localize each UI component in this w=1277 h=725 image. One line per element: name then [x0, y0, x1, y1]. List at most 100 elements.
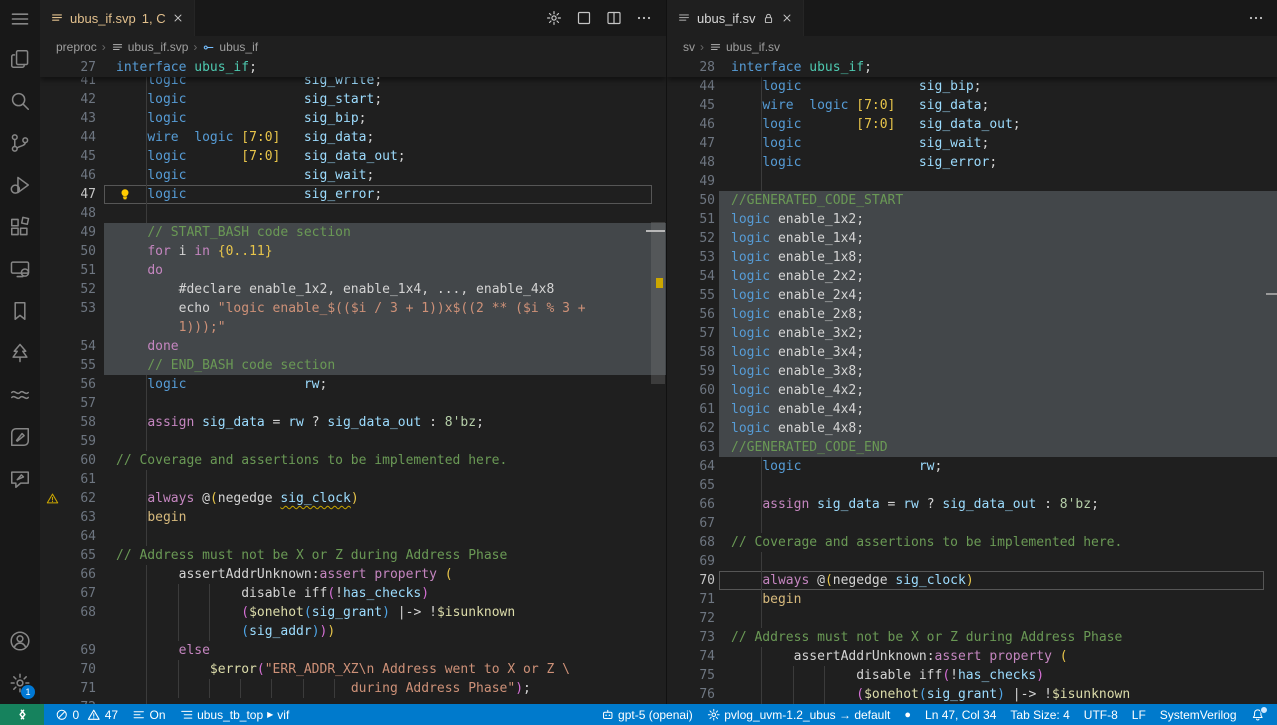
activity-explorer-icon[interactable] — [0, 38, 40, 80]
line-number[interactable]: 69 — [64, 641, 96, 660]
activity-ai-edit-icon[interactable] — [0, 416, 40, 458]
code-line-49[interactable]: 49 // START_BASH code section — [40, 223, 666, 242]
line-number[interactable]: 56 — [679, 305, 715, 324]
layout-square-icon[interactable] — [576, 10, 592, 26]
code-line-53[interactable]: 53 echo "logic enable_$(($i / 3 + 1))x$(… — [40, 299, 666, 318]
code-line-73[interactable]: 73// Address must not be X or Z during A… — [667, 628, 1277, 647]
code-line-51[interactable]: 51 do — [40, 261, 666, 280]
code-line-57[interactable]: 57logic enable_3x2; — [667, 324, 1277, 343]
activity-testing-icon[interactable] — [0, 332, 40, 374]
code-line-61[interactable]: 61 — [40, 470, 666, 489]
split-editor-icon[interactable] — [606, 10, 622, 26]
tab-ubus_if-sv[interactable]: ubus_if.sv — [667, 0, 804, 36]
line-number[interactable]: 66 — [64, 565, 96, 584]
sticky-scroll-line[interactable]: 27interface ubus_if; — [40, 58, 666, 77]
code-line-55[interactable]: 55logic enable_2x4; — [667, 286, 1277, 305]
activity-accounts-icon[interactable] — [0, 620, 40, 662]
status-eol[interactable]: LF — [1125, 704, 1153, 725]
code-line-42[interactable]: 42 logic sig_start; — [40, 90, 666, 109]
code-line-46[interactable]: 46 logic [7:0] sig_data_out; — [667, 115, 1277, 134]
line-number[interactable]: 51 — [64, 261, 96, 280]
code-line-76[interactable]: 76 ($onehot(sig_grant) |-> !$isunknown — [667, 685, 1277, 704]
line-number[interactable]: 42 — [64, 90, 96, 109]
activity-search-icon[interactable] — [0, 80, 40, 122]
code-line-54[interactable]: 54logic enable_2x2; — [667, 267, 1277, 286]
code-line-55[interactable]: 55 // END_BASH code section — [40, 356, 666, 375]
line-number[interactable]: 53 — [679, 248, 715, 267]
line-number[interactable]: 46 — [64, 166, 96, 185]
code-line-64[interactable]: 64 — [40, 527, 666, 546]
line-number[interactable]: 48 — [679, 153, 715, 172]
code-line-67[interactable]: 67 disable iff(!has_checks) — [40, 584, 666, 603]
line-number[interactable]: 70 — [64, 660, 96, 679]
line-number[interactable]: 60 — [679, 381, 715, 400]
activity-settings-gear-icon[interactable]: 1 — [0, 662, 40, 704]
code-line-62[interactable]: 62logic enable_4x8; — [667, 419, 1277, 438]
status-notifications[interactable] — [1244, 704, 1272, 725]
line-number[interactable]: 58 — [679, 343, 715, 362]
code-line-75[interactable]: 75 disable iff(!has_checks) — [667, 666, 1277, 685]
status-encoding[interactable]: UTF-8 — [1077, 704, 1125, 725]
code-line-61[interactable]: 61logic enable_4x4; — [667, 400, 1277, 419]
line-number[interactable]: 50 — [64, 242, 96, 261]
line-number[interactable]: 71 — [64, 679, 96, 698]
line-number[interactable]: 61 — [679, 400, 715, 419]
status-problems[interactable]: 047 — [48, 704, 125, 725]
code-line-68[interactable]: 68// Coverage and assertions to be imple… — [667, 533, 1277, 552]
code-line-70[interactable]: 70 $error("ERR_ADDR_XZ\n Address went to… — [40, 660, 666, 679]
configure-gear-icon[interactable] — [546, 10, 562, 26]
code-line-wrap[interactable]: 1)));" — [40, 318, 666, 337]
code-line-54[interactable]: 54 done — [40, 337, 666, 356]
line-number[interactable]: 54 — [64, 337, 96, 356]
code-line-52[interactable]: 52 #declare enable_1x2, enable_1x4, ...,… — [40, 280, 666, 299]
code-line-47[interactable]: 47 logic sig_wait; — [667, 134, 1277, 153]
line-number[interactable]: 62 — [64, 489, 96, 508]
breadcrumb-item-ubus_if.svp[interactable]: ubus_if.svp — [111, 40, 189, 54]
code-line-65[interactable]: 65 — [667, 476, 1277, 495]
code-line-45[interactable]: 45 logic [7:0] sig_data_out; — [40, 147, 666, 166]
line-number[interactable]: 47 — [64, 185, 96, 204]
code-line-46[interactable]: 46 logic sig_wait; — [40, 166, 666, 185]
code-line-44[interactable]: 44 logic sig_bip; — [667, 77, 1277, 96]
line-number[interactable]: 48 — [64, 204, 96, 223]
code-line-53[interactable]: 53logic enable_1x8; — [667, 248, 1277, 267]
code-line-66[interactable]: 66 assertAddrUnknown:assert property ( — [40, 565, 666, 584]
code-line-58[interactable]: 58 assign sig_data = rw ? sig_data_out :… — [40, 413, 666, 432]
activity-remote-explorer-icon[interactable] — [0, 248, 40, 290]
code-line-60[interactable]: 60logic enable_4x2; — [667, 381, 1277, 400]
line-number[interactable]: 44 — [64, 128, 96, 147]
close-icon[interactable] — [172, 12, 184, 24]
code-line-60[interactable]: 60// Coverage and assertions to be imple… — [40, 451, 666, 470]
status-ai-model[interactable]: gpt-5 (openai) — [594, 704, 700, 725]
line-number[interactable]: 44 — [679, 77, 715, 96]
line-number[interactable]: 50 — [679, 191, 715, 210]
line-number[interactable]: 73 — [679, 628, 715, 647]
breadcrumb-item-preproc[interactable]: preproc — [56, 40, 97, 54]
code-line-50[interactable]: 50//GENERATED_CODE_START — [667, 191, 1277, 210]
code-line-62[interactable]: 62 always @(negedge sig_clock) — [40, 489, 666, 508]
status-language-mode[interactable]: SystemVerilog — [1153, 704, 1244, 725]
code-line-71[interactable]: 71 during Address Phase"); — [40, 679, 666, 698]
more-actions-icon[interactable] — [1248, 10, 1264, 26]
line-number[interactable]: 59 — [64, 432, 96, 451]
line-number[interactable]: 57 — [679, 324, 715, 343]
code-line-51[interactable]: 51logic enable_1x2; — [667, 210, 1277, 229]
line-number[interactable]: 70 — [679, 571, 715, 590]
activity-waves-icon[interactable] — [0, 374, 40, 416]
line-number[interactable]: 61 — [64, 470, 96, 489]
activity-extensions-icon[interactable] — [0, 206, 40, 248]
code-line-70[interactable]: 70 always @(negedge sig_clock) — [667, 571, 1277, 590]
line-number[interactable]: 76 — [679, 685, 715, 704]
code-line-69[interactable]: 69 else — [40, 641, 666, 660]
line-number[interactable]: 49 — [679, 172, 715, 191]
code-line-72[interactable]: 72 — [667, 609, 1277, 628]
status-toggle-on[interactable]: On — [125, 704, 173, 725]
line-number[interactable]: 57 — [64, 394, 96, 413]
line-number[interactable]: 49 — [64, 223, 96, 242]
code-line-67[interactable]: 67 — [667, 514, 1277, 533]
code-line-58[interactable]: 58logic enable_3x4; — [667, 343, 1277, 362]
line-number[interactable]: 45 — [64, 147, 96, 166]
close-icon[interactable] — [781, 12, 793, 24]
line-number[interactable]: 46 — [679, 115, 715, 134]
line-number[interactable]: 62 — [679, 419, 715, 438]
